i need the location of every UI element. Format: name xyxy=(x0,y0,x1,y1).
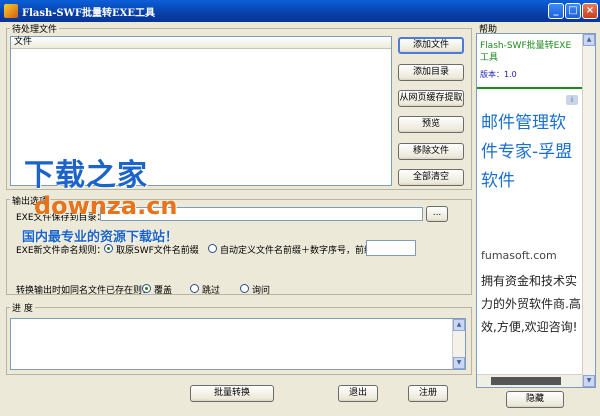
title-bar: Flash-SWF批量转EXE工具 _ □ × xyxy=(0,0,600,22)
window-title: Flash-SWF批量转EXE工具 xyxy=(22,8,155,19)
pending-files-label: 待处理文件 xyxy=(10,22,60,35)
preview-button[interactable]: 预览 xyxy=(398,116,464,133)
progress-label: 进 度 xyxy=(10,301,35,314)
naming-option-original-radio[interactable] xyxy=(104,244,113,253)
help-scroll-down-icon[interactable]: ▼ xyxy=(583,375,595,387)
extract-cache-button[interactable]: 从网页缓存提取 xyxy=(398,90,464,107)
register-button[interactable]: 注册 xyxy=(408,385,448,402)
browse-button[interactable]: ... xyxy=(426,206,448,222)
batch-convert-button[interactable]: 批量转换 xyxy=(190,385,274,402)
help-panel: Flash-SWF批量转EXE工具 版本：1.0 i 邮件管理软件专家-孚盟软件… xyxy=(476,33,596,388)
naming-option-custom-radio[interactable] xyxy=(208,244,217,253)
conflict-ask-label: 询问 xyxy=(252,286,271,296)
conflict-ask-radio[interactable] xyxy=(240,284,249,293)
help-version: 版本：1.0 xyxy=(480,69,517,80)
help-hscroll-thumb[interactable] xyxy=(491,377,561,385)
progress-scrollbar[interactable]: ▲ ▼ xyxy=(452,319,465,369)
help-vscrollbar[interactable]: ▲ ▼ xyxy=(582,34,595,387)
app-icon xyxy=(4,4,18,18)
close-button[interactable]: × xyxy=(582,3,598,19)
help-hscrollbar[interactable] xyxy=(477,374,582,387)
clear-all-button[interactable]: 全部清空 xyxy=(398,169,464,186)
prefix-input[interactable] xyxy=(366,240,416,256)
watermark-slogan: 国内最专业的资源下载站！ xyxy=(22,230,179,245)
conflict-skip-radio[interactable] xyxy=(190,284,199,293)
naming-option-custom-label: 自动定义文件名前缀＋数字序号，前缀： xyxy=(220,246,383,256)
ad-domain[interactable]: fumasoft.com xyxy=(481,249,557,262)
help-divider xyxy=(477,87,582,89)
help-version-value: 1.0 xyxy=(504,70,517,79)
help-app-name: Flash-SWF批量转EXE工具 xyxy=(480,41,572,63)
maximize-button[interactable]: □ xyxy=(565,3,581,19)
minimize-button[interactable]: _ xyxy=(548,3,564,19)
scroll-up-icon[interactable]: ▲ xyxy=(453,319,465,331)
add-folder-button[interactable]: 添加目录 xyxy=(398,64,464,81)
conflict-overwrite-label: 覆盖 xyxy=(154,286,173,296)
add-file-button[interactable]: 添加文件 xyxy=(398,37,464,54)
ad-body[interactable]: 拥有资金和技术实力的外贸软件商.高效,方便,欢迎咨询! xyxy=(481,270,581,339)
help-version-label: 版本： xyxy=(480,70,504,79)
ad-info-icon[interactable]: i xyxy=(566,95,578,105)
watermark-domain: downza.cn xyxy=(34,192,178,220)
scroll-down-icon[interactable]: ▼ xyxy=(453,357,465,369)
file-column-header[interactable]: 文件 xyxy=(11,37,391,49)
progress-log[interactable]: ▲ ▼ xyxy=(10,318,466,370)
ad-headline[interactable]: 邮件管理软件专家-孚盟软件 xyxy=(481,109,581,196)
exit-button[interactable]: 退出 xyxy=(338,385,378,402)
conflict-rule-label: 转换输出时如同名文件已存在则： xyxy=(16,286,152,296)
conflict-skip-label: 跳过 xyxy=(202,286,221,296)
help-scroll-up-icon[interactable]: ▲ xyxy=(583,34,595,46)
remove-file-button[interactable]: 移除文件 xyxy=(398,143,464,160)
watermark-brand: 下载之家 xyxy=(24,158,148,193)
hide-button[interactable]: 隐藏 xyxy=(506,391,564,408)
conflict-overwrite-radio[interactable] xyxy=(142,284,151,293)
